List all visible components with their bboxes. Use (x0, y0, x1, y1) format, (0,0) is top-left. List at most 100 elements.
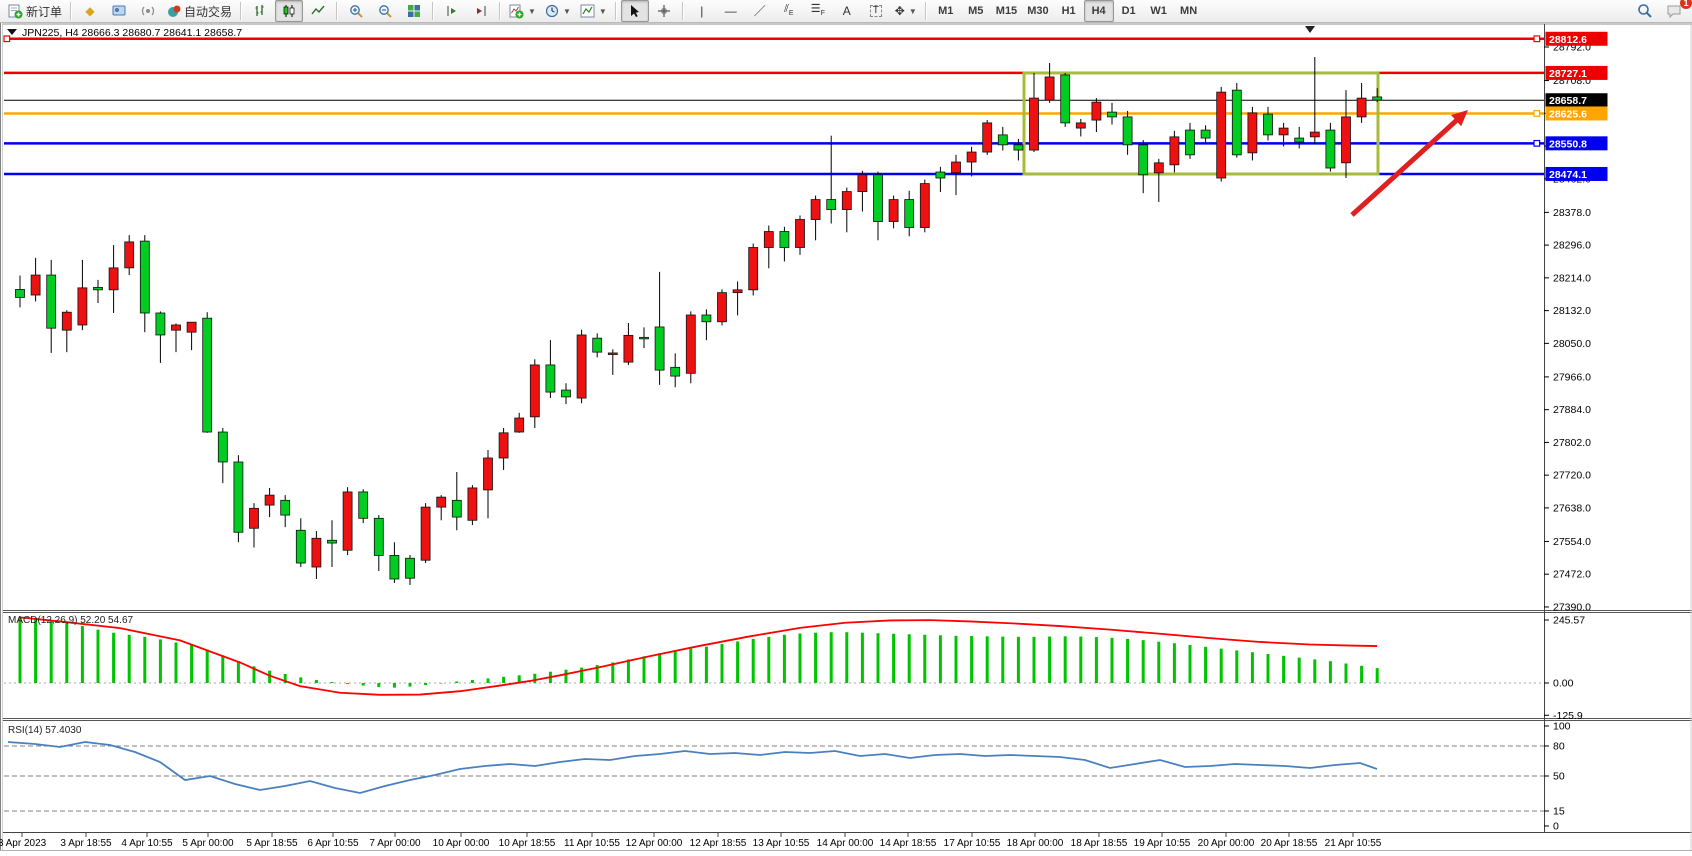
timeframe-m30[interactable]: M30 (1022, 0, 1053, 22)
new-order-button[interactable]: 新订单 (4, 0, 66, 22)
signals-button[interactable] (134, 0, 162, 22)
separator (432, 2, 434, 20)
separator (615, 2, 617, 20)
bar-chart-button[interactable] (246, 0, 274, 22)
candle-body (468, 488, 477, 520)
candle-body (1030, 98, 1039, 150)
bar-chart-icon (253, 4, 267, 18)
candle-body (858, 175, 867, 192)
candle-body (874, 175, 883, 222)
line-handle-marker (1534, 111, 1540, 117)
horizontal-line-button[interactable]: — (717, 0, 745, 22)
search-button[interactable] (1631, 0, 1659, 22)
candle-body (78, 288, 87, 325)
time-axis-label: 20 Apr 18:55 (1261, 838, 1318, 849)
chevron-down-icon: ▼ (528, 7, 536, 16)
auto-scroll-button[interactable] (438, 0, 466, 22)
candle-body (811, 200, 820, 220)
candle-body (125, 242, 134, 268)
timeframe-m15[interactable]: M15 (991, 0, 1022, 22)
crosshair-icon (657, 4, 671, 18)
zoom-in-button[interactable] (342, 0, 370, 22)
macd-indicator-label: MACD(12,26,9) 52.20 54.67 (8, 615, 134, 626)
time-axis-label: 10 Apr 18:55 (499, 838, 556, 849)
indicators-button[interactable]: ▼ (505, 0, 540, 22)
tile-windows-button[interactable] (400, 0, 428, 22)
candle-body (156, 313, 165, 335)
timeframe-m5[interactable]: M5 (961, 0, 991, 22)
time-axis-label: 11 Apr 10:55 (564, 838, 620, 849)
line-chart-button[interactable] (304, 0, 332, 22)
clock-icon (545, 4, 559, 18)
rsi-tick-label: 0 (1553, 821, 1559, 833)
line-handle-marker (1534, 36, 1540, 42)
candle-body (172, 325, 181, 330)
time-axis-label: 17 Apr 10:55 (944, 838, 1001, 849)
tile-windows-icon (407, 4, 421, 18)
candle-body (1248, 113, 1257, 153)
templates-button[interactable]: ▼ (576, 0, 611, 22)
candle-body (94, 287, 103, 289)
candle-body (983, 123, 992, 152)
candle-body (530, 365, 539, 417)
candle-body (1310, 132, 1319, 137)
crosshair-button[interactable] (650, 0, 678, 22)
candle-body (1154, 163, 1163, 173)
timeframe-m1[interactable]: M1 (931, 0, 961, 22)
chat-button[interactable]: 1 (1660, 0, 1688, 22)
candle-body (1264, 114, 1273, 135)
timeframe-mn[interactable]: MN (1174, 0, 1204, 22)
equidistant-channel-button[interactable]: ⫽E (775, 0, 803, 22)
timeframe-h1[interactable]: H1 (1054, 0, 1084, 22)
trendline-icon: ／ (754, 5, 766, 17)
timeframe-d1[interactable]: D1 (1114, 0, 1144, 22)
text-label-button[interactable]: T (862, 0, 890, 22)
candle-body (655, 327, 664, 370)
candle-body (905, 200, 914, 228)
rsi-tick-label: 15 (1553, 806, 1565, 818)
candle-body (1170, 137, 1179, 165)
price-tick-label: 28214.0 (1553, 272, 1591, 284)
price-tick-label: 27472.0 (1553, 569, 1591, 581)
periods-button[interactable]: ▼ (541, 0, 575, 22)
candle-body (920, 184, 929, 228)
time-axis-label: 12 Apr 00:00 (626, 838, 683, 849)
cursor-button[interactable] (621, 0, 649, 22)
fibonacci-button[interactable]: ☰F (804, 0, 832, 22)
timeframe-w1[interactable]: W1 (1144, 0, 1174, 22)
candle-body (47, 275, 56, 328)
chart-background (0, 23, 1692, 851)
notification-badge: 1 (1680, 0, 1692, 9)
price-tick-label: 28132.0 (1553, 305, 1591, 317)
indicators-icon (509, 4, 524, 19)
price-tick-label: 28378.0 (1553, 207, 1591, 219)
zoom-out-button[interactable] (371, 0, 399, 22)
candle-body (1217, 92, 1226, 178)
chart-canvas[interactable]: 28792.028708.028626.028544.028462.028378… (0, 0, 1692, 851)
candlestick-chart-button[interactable] (275, 0, 303, 22)
arrows-button[interactable]: ✥▼ (891, 0, 921, 22)
auto-trading-button[interactable]: 自动交易 (163, 0, 236, 22)
toolbar: 新订单 ◆ 自动交易 (0, 0, 1692, 23)
market-watch-button[interactable]: ◆ (76, 0, 104, 22)
chart-shift-button[interactable] (467, 0, 495, 22)
trendline-button[interactable]: ／ (746, 0, 774, 22)
rsi-tick-label: 50 (1553, 771, 1565, 783)
zoom-in-icon (349, 4, 364, 19)
timeframe-h4[interactable]: H4 (1084, 0, 1114, 22)
candle-body (406, 558, 415, 578)
text-button[interactable]: A (833, 0, 861, 22)
candle-body (1232, 90, 1241, 155)
vertical-line-button[interactable]: | (688, 0, 716, 22)
text-label-icon: T (870, 5, 882, 17)
candle-body (718, 293, 727, 322)
candle-body (577, 335, 586, 398)
depth-of-market-button[interactable] (105, 0, 133, 22)
line-handle-marker (1534, 141, 1540, 147)
auto-trading-label: 自动交易 (184, 3, 232, 20)
horizontal-line-icon: — (725, 5, 737, 17)
fibonacci-icon: ☰F (811, 4, 825, 17)
candle-body (562, 390, 571, 397)
candle-body (546, 365, 555, 392)
candlestick-chart-icon (282, 4, 296, 18)
